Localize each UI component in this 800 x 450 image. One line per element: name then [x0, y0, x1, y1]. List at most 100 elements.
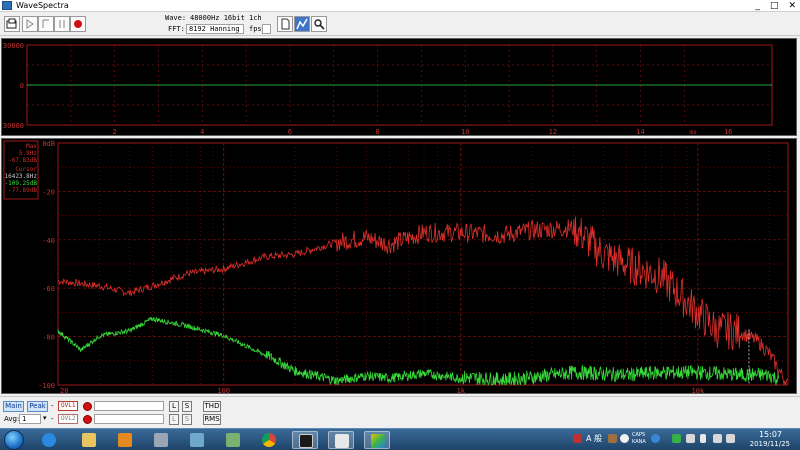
play-button[interactable]	[22, 16, 38, 32]
ovl1-load-button[interactable]: L	[169, 401, 179, 412]
ovl1-save-button[interactable]: S	[182, 401, 192, 412]
wrench-icon	[314, 19, 325, 30]
toolbar: Wave: 48000Hz 16bit 1ch FFT: 8192 Hannin…	[0, 12, 800, 41]
readout-text: -109.25dB	[4, 180, 37, 187]
wave-x-tick: 2	[113, 128, 117, 136]
fft-label: FFT:	[168, 25, 185, 33]
ovl1-record-icon[interactable]	[83, 402, 92, 411]
dash-2: -	[51, 415, 54, 423]
avg-select[interactable]: 1	[19, 414, 41, 424]
ovl2-name-field[interactable]	[94, 414, 164, 424]
spectrum-x-tick: 100	[217, 387, 230, 395]
pause-button[interactable]	[38, 16, 54, 32]
app-icon	[2, 1, 12, 10]
pause-icon	[59, 20, 65, 28]
wavegene-icon	[335, 434, 349, 448]
chrome-icon	[262, 433, 276, 447]
fps-field	[262, 24, 271, 34]
search-button[interactable]	[311, 16, 327, 32]
spectrum-y-tick: -40	[42, 237, 55, 245]
tray-settings-icon[interactable]	[651, 434, 660, 443]
network-icon	[154, 433, 168, 447]
ovl2-save-button[interactable]: S	[182, 414, 192, 425]
tool-icon	[226, 433, 240, 447]
taskbar-app-10[interactable]	[364, 431, 390, 449]
readout-text: Max	[26, 143, 37, 150]
avg-label: Avg:	[4, 415, 20, 423]
ovl2-record-icon[interactable]	[83, 415, 92, 424]
wave-x-tick: 14	[636, 128, 644, 136]
ime-indicator[interactable]: A 般	[586, 433, 602, 444]
ovl1-button[interactable]: OVL1	[58, 401, 79, 411]
media-player-icon	[118, 433, 132, 447]
wave-y-tick: 30000	[3, 42, 24, 50]
taskbar-explorer[interactable]	[76, 431, 102, 449]
clock-date[interactable]: 2019/11/25	[750, 440, 790, 448]
tray-alert-icon[interactable]	[573, 434, 582, 443]
wave-x-tick: 16	[724, 128, 732, 136]
spectrum-y-tick: -80	[42, 334, 55, 342]
spectrum-x-tick: 1k	[457, 387, 466, 395]
taskbar-app-6[interactable]	[220, 431, 246, 449]
fft-size-field[interactable]: 8192 Hanning	[186, 24, 244, 34]
taskbar-ie[interactable]	[36, 431, 62, 449]
tray-box-icon[interactable]	[608, 434, 617, 443]
taskbar-network[interactable]	[148, 431, 174, 449]
wave-x-tick: 8	[375, 128, 379, 136]
wave-format: 48000Hz 16bit 1ch	[190, 14, 262, 22]
taskbar-wavespectra[interactable]	[292, 431, 318, 449]
ovl2-load-button[interactable]: L	[169, 414, 179, 425]
window-controls: _ □ ✕	[755, 1, 796, 11]
spectrum-x-tick: 10k	[692, 387, 705, 395]
help-icon[interactable]	[620, 434, 629, 443]
maximize-button[interactable]: □	[770, 1, 779, 11]
readout-text: 5.9Hz	[19, 150, 37, 157]
avg-value: 1	[22, 415, 27, 423]
readout-text: Cursor	[15, 166, 37, 173]
fft-size-value: 8192 Hanning	[189, 25, 240, 33]
speaker-icon[interactable]	[726, 434, 735, 443]
stop-button[interactable]	[54, 16, 70, 32]
folder-icon	[82, 433, 96, 447]
record-button[interactable]	[70, 16, 86, 32]
open-file-button[interactable]	[4, 16, 20, 32]
rms-button[interactable]: RMS	[203, 414, 221, 425]
taskbar-app-5[interactable]	[184, 431, 210, 449]
wave-y-tick: 0	[20, 82, 24, 90]
kana-indicator: KANA	[632, 439, 646, 445]
minimize-button[interactable]: _	[755, 1, 760, 11]
spectrum-y-tick: 0dB	[42, 140, 55, 148]
settings-button[interactable]	[277, 16, 293, 32]
chevron-down-icon[interactable]: ▾	[43, 414, 47, 422]
close-button[interactable]: ✕	[788, 1, 796, 11]
page-icon	[281, 18, 290, 30]
start-button[interactable]	[4, 430, 24, 450]
peak-button[interactable]: Peak	[27, 401, 48, 412]
taskbar-chrome[interactable]	[256, 431, 282, 449]
taskbar-wavegene[interactable]	[328, 431, 354, 449]
gadget-icon	[190, 433, 204, 447]
green-series-line	[57, 316, 779, 387]
wave-x-tick: 10	[461, 128, 469, 136]
wave-separator	[255, 14, 271, 24]
network-tray-icon[interactable]	[713, 434, 722, 443]
ovl1-name-field[interactable]	[94, 401, 164, 411]
tray-monitor-icon[interactable]	[686, 434, 695, 443]
dash-1: -	[51, 402, 54, 410]
wavespectra-icon	[299, 434, 313, 448]
ovl2-button[interactable]: OVL2	[58, 414, 79, 424]
wave-x-tick: 6	[288, 128, 292, 136]
main-button[interactable]: Main	[3, 401, 24, 412]
clock-time[interactable]: 15:07	[759, 430, 782, 439]
tray-green-icon[interactable]	[672, 434, 681, 443]
spectrum-panel: 0dB -20 -40 -60 -80 -100 20 100 1k 10k Max 5.9Hz -67…	[1, 138, 797, 395]
thd-button[interactable]: THD	[203, 401, 221, 412]
taskbar-media[interactable]	[112, 431, 138, 449]
spectrum-view-button[interactable]	[294, 16, 310, 32]
wave-plot: 30000 0 -30000 2 4 6 8 10 12 14 16 ms	[2, 42, 773, 136]
battery-icon[interactable]	[700, 434, 706, 443]
wave-y-tick: -30000	[2, 122, 24, 130]
wave-x-tick: 4	[200, 128, 204, 136]
spectrum-y-tick: -100	[38, 382, 55, 390]
spectrum-y-tick: -60	[42, 285, 55, 293]
